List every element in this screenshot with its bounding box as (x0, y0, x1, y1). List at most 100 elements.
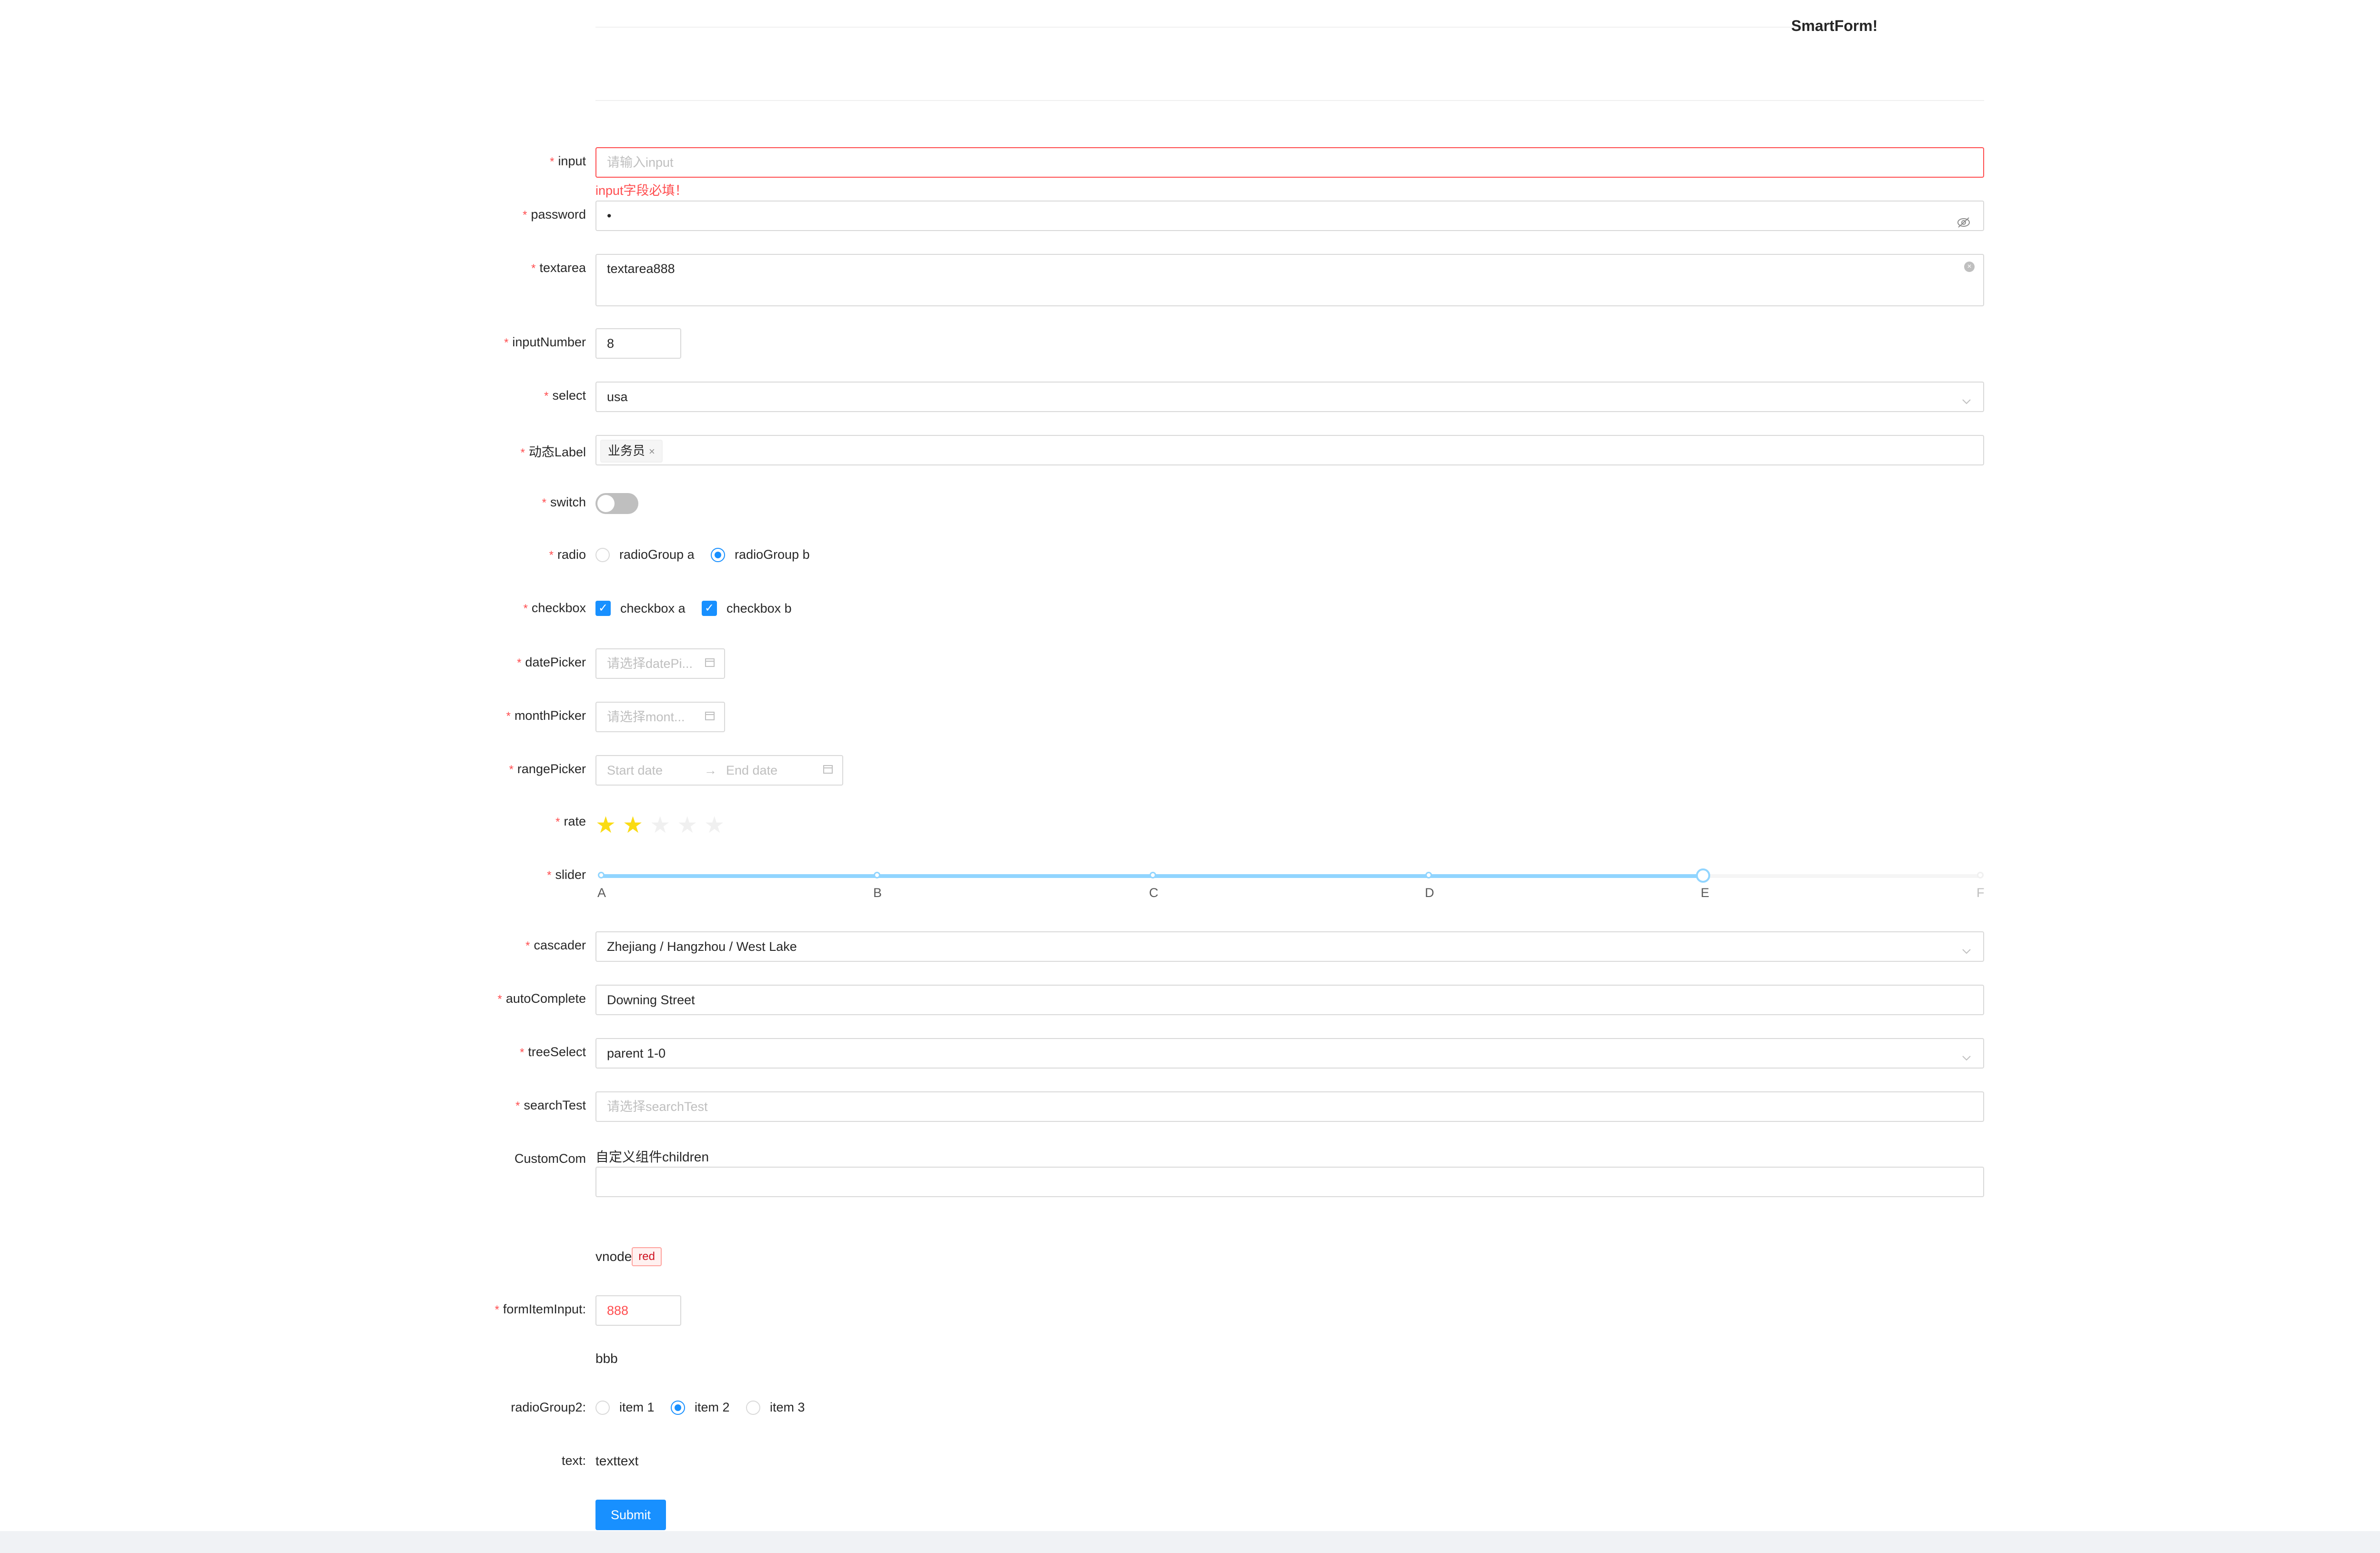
checkbox-group: ✓ checkbox a ✓ checkbox b (595, 601, 806, 616)
start-date-input[interactable]: Start date (607, 763, 663, 777)
radio-option-item-1[interactable]: item 1 (595, 1400, 655, 1415)
textarea-field[interactable]: textarea888 × (595, 254, 1984, 306)
range-picker-field[interactable]: Start date → End date (595, 755, 843, 786)
chevron-down-icon (1960, 389, 1973, 418)
checkbox-text: checkbox a (620, 601, 686, 615)
custom-com-label: CustomCom (514, 1151, 586, 1166)
radio-option-item-3[interactable]: item 3 (746, 1400, 805, 1415)
input-number-field[interactable]: 8 (595, 328, 681, 359)
required-mark: * (520, 446, 525, 459)
slider-dot (874, 872, 880, 878)
radio-text: radioGroup a (619, 547, 695, 562)
check-icon: ✓ (595, 601, 611, 616)
required-mark: * (544, 390, 549, 403)
month-picker-label: * monthPicker (506, 708, 586, 723)
slider-mark-label[interactable]: F (1977, 886, 1985, 900)
slider-mark-label[interactable]: C (1149, 886, 1159, 900)
form-row-range-picker: * rangePicker Start date → End date (0, 755, 2380, 786)
auto-complete-field[interactable]: Downing Street (595, 985, 1984, 1015)
slider-mark-label[interactable]: E (1701, 886, 1709, 900)
close-icon[interactable]: × (649, 445, 655, 457)
required-mark: * (515, 1099, 520, 1112)
submit-button[interactable]: Submit (595, 1500, 666, 1530)
password-field[interactable]: • (595, 201, 1984, 231)
switch-toggle[interactable] (595, 493, 638, 514)
search-test-field[interactable]: 请选择searchTest (595, 1091, 1984, 1122)
star-icon[interactable]: ★ (595, 813, 616, 838)
slider-mark-label[interactable]: A (597, 886, 606, 900)
auto-complete-value: Downing Street (607, 993, 695, 1007)
label-text: treeSelect (528, 1045, 586, 1059)
select-label: * select (544, 388, 586, 403)
label-text: searchTest (524, 1098, 586, 1112)
cascader-field[interactable]: Zhejiang / Hangzhou / West Lake (595, 931, 1984, 962)
label-text: checkbox (531, 601, 586, 615)
radio-circle (746, 1400, 760, 1415)
label-text: CustomCom (514, 1151, 586, 1166)
top-divider (595, 27, 1984, 28)
radio-text: item 1 (619, 1400, 655, 1414)
chevron-down-icon (1960, 1046, 1973, 1074)
chevron-down-icon (1960, 939, 1973, 968)
close-circle-icon[interactable]: × (1964, 262, 1975, 272)
slider-mark-label[interactable]: D (1425, 886, 1434, 900)
label-text: cascader (534, 938, 586, 952)
label-text: autoComplete (505, 991, 586, 1006)
textarea-value: textarea888 (607, 262, 675, 276)
checkbox-option-a[interactable]: ✓ checkbox a (595, 601, 686, 616)
password-value: • (607, 209, 612, 223)
tag-label: 业务员 (608, 444, 645, 458)
input-field[interactable]: 请输入input (595, 147, 1984, 178)
star-icon[interactable]: ★ (677, 813, 697, 838)
placeholder-text: 请选择mont... (607, 710, 685, 724)
vnode-text: vnode (595, 1249, 632, 1264)
radio-option-item-2[interactable]: item 2 (670, 1400, 730, 1415)
checkbox-label: * checkbox (524, 601, 586, 615)
radio-option-a[interactable]: radioGroup a (595, 547, 695, 562)
date-picker-field[interactable]: 请选择datePi... (595, 648, 725, 679)
star-icon[interactable]: ★ (623, 813, 643, 838)
switch-label: * switch (542, 495, 586, 510)
radio-text: item 2 (694, 1400, 730, 1414)
label-text: inputNumber (512, 335, 586, 349)
label-text: radio (557, 547, 586, 562)
radio-circle (595, 547, 610, 562)
placeholder-text: 请选择datePi... (607, 656, 693, 671)
header-divider (595, 100, 1984, 101)
label-text: text (561, 1453, 583, 1468)
required-mark: * (497, 993, 502, 1006)
slider-handle[interactable] (1696, 868, 1710, 883)
month-picker-field[interactable]: 请选择mont... (595, 702, 725, 732)
page-title: SmartForm! (1791, 17, 1878, 34)
label-text: password (531, 207, 586, 222)
dynamic-label-label: * 动态Label (521, 442, 586, 460)
radio-text: item 3 (769, 1400, 805, 1414)
check-icon: ✓ (702, 601, 717, 616)
checkbox-option-b[interactable]: ✓ checkbox b (702, 601, 792, 616)
eye-invisible-icon[interactable] (1956, 210, 1971, 239)
end-date-input[interactable]: End date (726, 756, 777, 785)
slider-dot (1150, 872, 1156, 878)
radio-option-b[interactable]: radioGroup b (711, 547, 810, 562)
required-mark: * (531, 262, 536, 275)
custom-com-input[interactable] (595, 1167, 1984, 1197)
required-mark: * (523, 209, 527, 222)
slider-dot (1425, 872, 1432, 878)
input-label: * input (550, 154, 586, 169)
required-mark: * (509, 763, 514, 776)
select-field[interactable]: usa (595, 382, 1984, 412)
label-text: datePicker (525, 655, 586, 669)
tree-select-field[interactable]: parent 1-0 (595, 1038, 1984, 1069)
required-mark: * (525, 939, 530, 952)
required-mark: * (550, 155, 555, 168)
tree-select-value: parent 1-0 (607, 1046, 666, 1060)
slider-mark-label[interactable]: B (873, 886, 882, 900)
star-icon[interactable]: ★ (704, 813, 725, 838)
slider-label: * slider (547, 867, 586, 882)
multi-select-field[interactable]: 业务员 × (595, 435, 1984, 465)
form-row-month-picker: * monthPicker 请选择mont... (0, 702, 2380, 732)
form-item-input-field[interactable]: 888 (595, 1295, 681, 1326)
star-icon[interactable]: ★ (650, 813, 670, 838)
label-text: 动态Label (528, 445, 586, 459)
label-text: monthPicker (514, 708, 586, 723)
